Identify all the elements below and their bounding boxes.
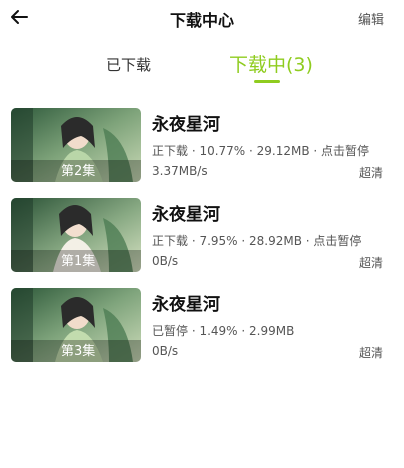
download-speed: 0B/s bbox=[152, 254, 179, 268]
quality-label: 超清 bbox=[358, 166, 383, 180]
tab-bar: 已下载 下载中(3) bbox=[0, 48, 404, 88]
quality-label: 超清 bbox=[358, 346, 383, 360]
item-title: 永夜星河 bbox=[152, 205, 220, 225]
tab-active-indicator bbox=[254, 80, 280, 83]
item-title: 永夜星河 bbox=[152, 295, 220, 315]
download-item[interactable]: 第1集 永夜星河 正下载 · 7.95% · 28.92MB · 点击暂停 0B… bbox=[0, 194, 404, 274]
download-item[interactable]: 第3集 永夜星河 已暂停 · 1.49% · 2.99MB 0B/s 超清 bbox=[0, 284, 404, 364]
episode-label: 第1集 bbox=[61, 254, 96, 269]
download-status: 已暂停 · 1.49% · 2.99MB bbox=[152, 324, 295, 338]
header: 下载中心 编辑 bbox=[0, 0, 404, 38]
episode-label: 第2集 bbox=[61, 164, 96, 179]
download-speed: 3.37MB/s bbox=[152, 164, 208, 178]
episode-thumbnail: 第2集 bbox=[11, 108, 141, 182]
quality-label: 超清 bbox=[358, 256, 383, 270]
download-speed: 0B/s bbox=[152, 344, 179, 358]
item-title: 永夜星河 bbox=[152, 115, 220, 135]
episode-label: 第3集 bbox=[61, 344, 96, 359]
episode-thumbnail: 第3集 bbox=[11, 288, 141, 362]
episode-thumbnail: 第1集 bbox=[11, 198, 141, 272]
download-status: 正下载 · 7.95% · 28.92MB · 点击暂停 bbox=[152, 234, 362, 248]
tab-downloaded[interactable]: 已下载 bbox=[106, 54, 151, 75]
download-item[interactable]: 第2集 永夜星河 正下载 · 10.77% · 29.12MB · 点击暂停 3… bbox=[0, 104, 404, 184]
page-title: 下载中心 bbox=[169, 11, 234, 30]
download-status: 正下载 · 10.77% · 29.12MB · 点击暂停 bbox=[152, 144, 370, 158]
edit-button[interactable]: 编辑 bbox=[358, 9, 384, 28]
tab-downloading[interactable]: 下载中(3) bbox=[229, 50, 313, 77]
